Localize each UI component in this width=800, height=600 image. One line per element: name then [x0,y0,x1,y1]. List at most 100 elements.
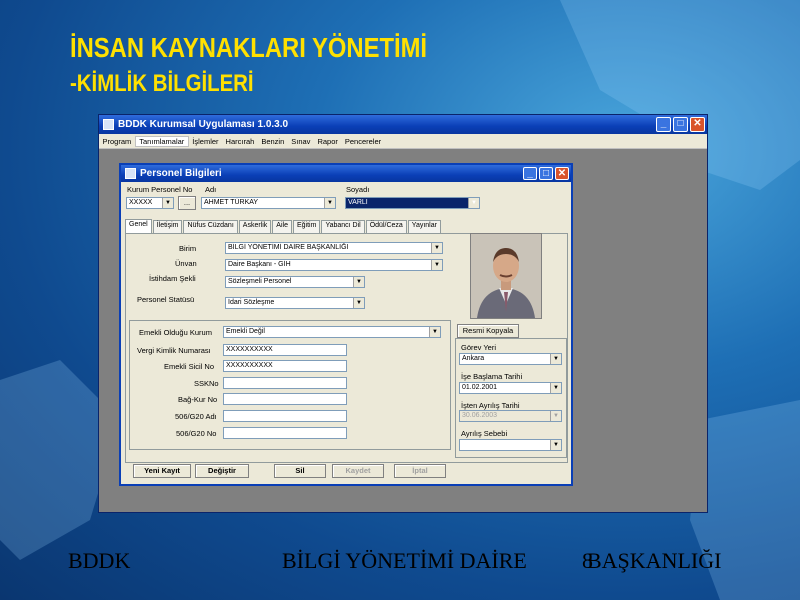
person-photo-icon [471,234,541,318]
slide-subtitle: -KİMLİK BİLGİLERİ [70,70,254,97]
statu-label: Personel Statüsü [137,295,195,304]
resmi-kopyala-button[interactable]: Resmi Kopyala [457,324,519,338]
dialog-titlebar: Personel Bilgileri _ □ ✕ [121,165,571,182]
gorev-yeri-label: Görev Yeri [461,343,497,352]
tab-yabanci-dil[interactable]: Yabancı Dil [321,220,365,233]
adi-value: AHMET TÜRKAY [204,199,259,206]
sicil-input[interactable]: XXXXXXXXXX [223,360,347,372]
adi-label: Adı [205,185,217,194]
tab-nufus-cuzdani[interactable]: Nüfus Cüzdanı [183,220,238,233]
ssk-label: SSKNo [194,379,219,388]
menu-sinav[interactable]: Sınav [288,137,314,146]
dialog-minimize-icon[interactable]: _ [523,167,537,180]
tab-yayinlar[interactable]: Yayınlar [407,220,441,233]
menu-harcirah[interactable]: Harcırah [222,137,258,146]
app-icon [103,119,114,130]
istihdam-value: Sözleşmeli Personel [228,278,292,285]
chevron-down-icon: ▼ [550,354,561,364]
unvan-label: Ünvan [175,259,197,268]
baslama-select[interactable]: 01.02.2001 ▼ [459,382,562,394]
personnel-photo [470,233,542,319]
main-titlebar: BDDK Kurumsal Uygulaması 1.0.3.0 _ □ ✕ [99,115,707,134]
chevron-down-icon: ▼ [431,243,442,253]
menu-benzin[interactable]: Benzin [258,137,288,146]
footer-left: BDDK [68,548,131,573]
g20-adi-input[interactable] [223,410,347,422]
g20-no-label: 506/G20 No [176,429,217,438]
statu-value: İdari Sözleşme [228,299,275,306]
tab-aile[interactable]: Aile [272,220,292,233]
screenshot-frame: BDDK Kurumsal Uygulaması 1.0.3.0 _ □ ✕ P… [98,114,708,513]
footer-center: BİLGİ YÖNETİMİ DAİRE [282,548,527,573]
soyadi-select[interactable]: VARLI ▼ [345,197,480,209]
chevron-down-icon: ▼ [162,198,173,208]
chevron-down-icon: ▼ [429,327,440,337]
emekli-kurum-value: Emekli Değil [226,328,265,335]
chevron-down-icon: ▼ [431,260,442,270]
tab-genel[interactable]: Genel [125,219,152,233]
statu-select[interactable]: İdari Sözleşme ▼ [225,297,365,309]
dialog-icon [125,168,136,179]
personel-dialog: Personel Bilgileri _ □ ✕ Kurum Personel … [119,163,573,486]
sil-button[interactable]: Sil [274,464,326,478]
menu-bar: Program Tanımlamalar İşlemler Harcırah B… [99,134,707,149]
chevron-down-icon: ▼ [324,198,335,208]
iptal-button[interactable]: İptal [394,464,446,478]
tab-askerlik[interactable]: Askerlik [238,220,272,233]
tab-odul-ceza[interactable]: Ödül/Ceza [365,220,407,233]
menu-pencereler[interactable]: Pencereler [341,137,384,146]
menu-tanimlamalar[interactable]: Tanımlamalar [134,135,189,147]
ayrilis-select[interactable]: 30.06.2003 ▼ [459,410,562,422]
chevron-down-icon: ▼ [353,298,364,308]
menu-rapor[interactable]: Rapor [314,137,341,146]
adi-select[interactable]: AHMET TÜRKAY ▼ [201,197,336,209]
baslama-value: 01.02.2001 [462,384,498,391]
bagkur-label: Bağ-Kur No [178,395,218,404]
ayrilis-label: İşten Ayrılış Tarihi [461,401,520,410]
minimize-icon[interactable]: _ [656,117,671,132]
soyadi-label: Soyadı [346,185,370,194]
main-window: BDDK Kurumsal Uygulaması 1.0.3.0 _ □ ✕ P… [98,114,708,513]
gorev-yeri-value: Ankara [462,355,485,362]
tab-iletisim[interactable]: İletişim [152,220,183,233]
close-icon[interactable]: ✕ [690,117,705,132]
unvan-select[interactable]: Daire Başkanı - GİH ▼ [225,259,443,271]
menu-program[interactable]: Program [99,137,135,146]
chevron-down-icon: ▼ [550,440,561,450]
tab-egitim[interactable]: Eğitim [292,220,321,233]
vergi-input[interactable]: XXXXXXXXXX [223,344,347,356]
sebep-select[interactable]: ▼ [459,439,562,451]
dialog-close-icon[interactable]: ✕ [555,167,569,180]
degistir-button[interactable]: Değiştir [195,464,249,478]
sicil-label: Emekli Sicil No [164,362,215,371]
istihdam-label: İstihdam Şekli [149,274,196,283]
unvan-value: Daire Başkanı - GİH [228,261,291,268]
chevron-down-icon: ▼ [550,383,561,393]
chevron-down-icon: ▼ [550,411,561,421]
chevron-down-icon: ▼ [353,277,364,287]
vergi-label: Vergi Kimlik Numarası [137,346,211,355]
footer-right-text: BAŞKANLIĞI [587,548,722,573]
birim-select[interactable]: BİLGİ YÖNETİMİ DAİRE BAŞKANLIĞI ▼ [225,242,443,254]
footer-right: 8BAŞKANLIĞI [582,548,721,574]
menu-islemler[interactable]: İşlemler [189,137,222,146]
baslama-label: İşe Başlama Tarihi [461,372,523,381]
dialog-maximize-icon[interactable]: □ [539,167,553,180]
istihdam-select[interactable]: Sözleşmeli Personel ▼ [225,276,365,288]
lookup-button[interactable]: ... [178,196,196,210]
kurum-no-value: XXXXX [129,199,153,206]
ayrilis-value: 30.06.2003 [462,412,498,419]
gorev-yeri-select[interactable]: Ankara ▼ [459,353,562,365]
kurum-no-label: Kurum Personel No [127,185,193,194]
slide-title: İNSAN KAYNAKLARI YÖNETİMİ [70,32,428,63]
birim-label: Birim [179,244,197,253]
maximize-icon[interactable]: □ [673,117,688,132]
kaydet-button[interactable]: Kaydet [332,464,384,478]
g20-no-input[interactable] [223,427,347,439]
yeni-kayit-button[interactable]: Yeni Kayıt [133,464,191,478]
ssk-input[interactable] [223,377,347,389]
kurum-no-select[interactable]: XXXXX ▼ [126,197,174,209]
birim-value: BİLGİ YÖNETİMİ DAİRE BAŞKANLIĞI [228,244,349,251]
bagkur-input[interactable] [223,393,347,405]
emekli-kurum-select[interactable]: Emekli Değil ▼ [223,326,441,338]
